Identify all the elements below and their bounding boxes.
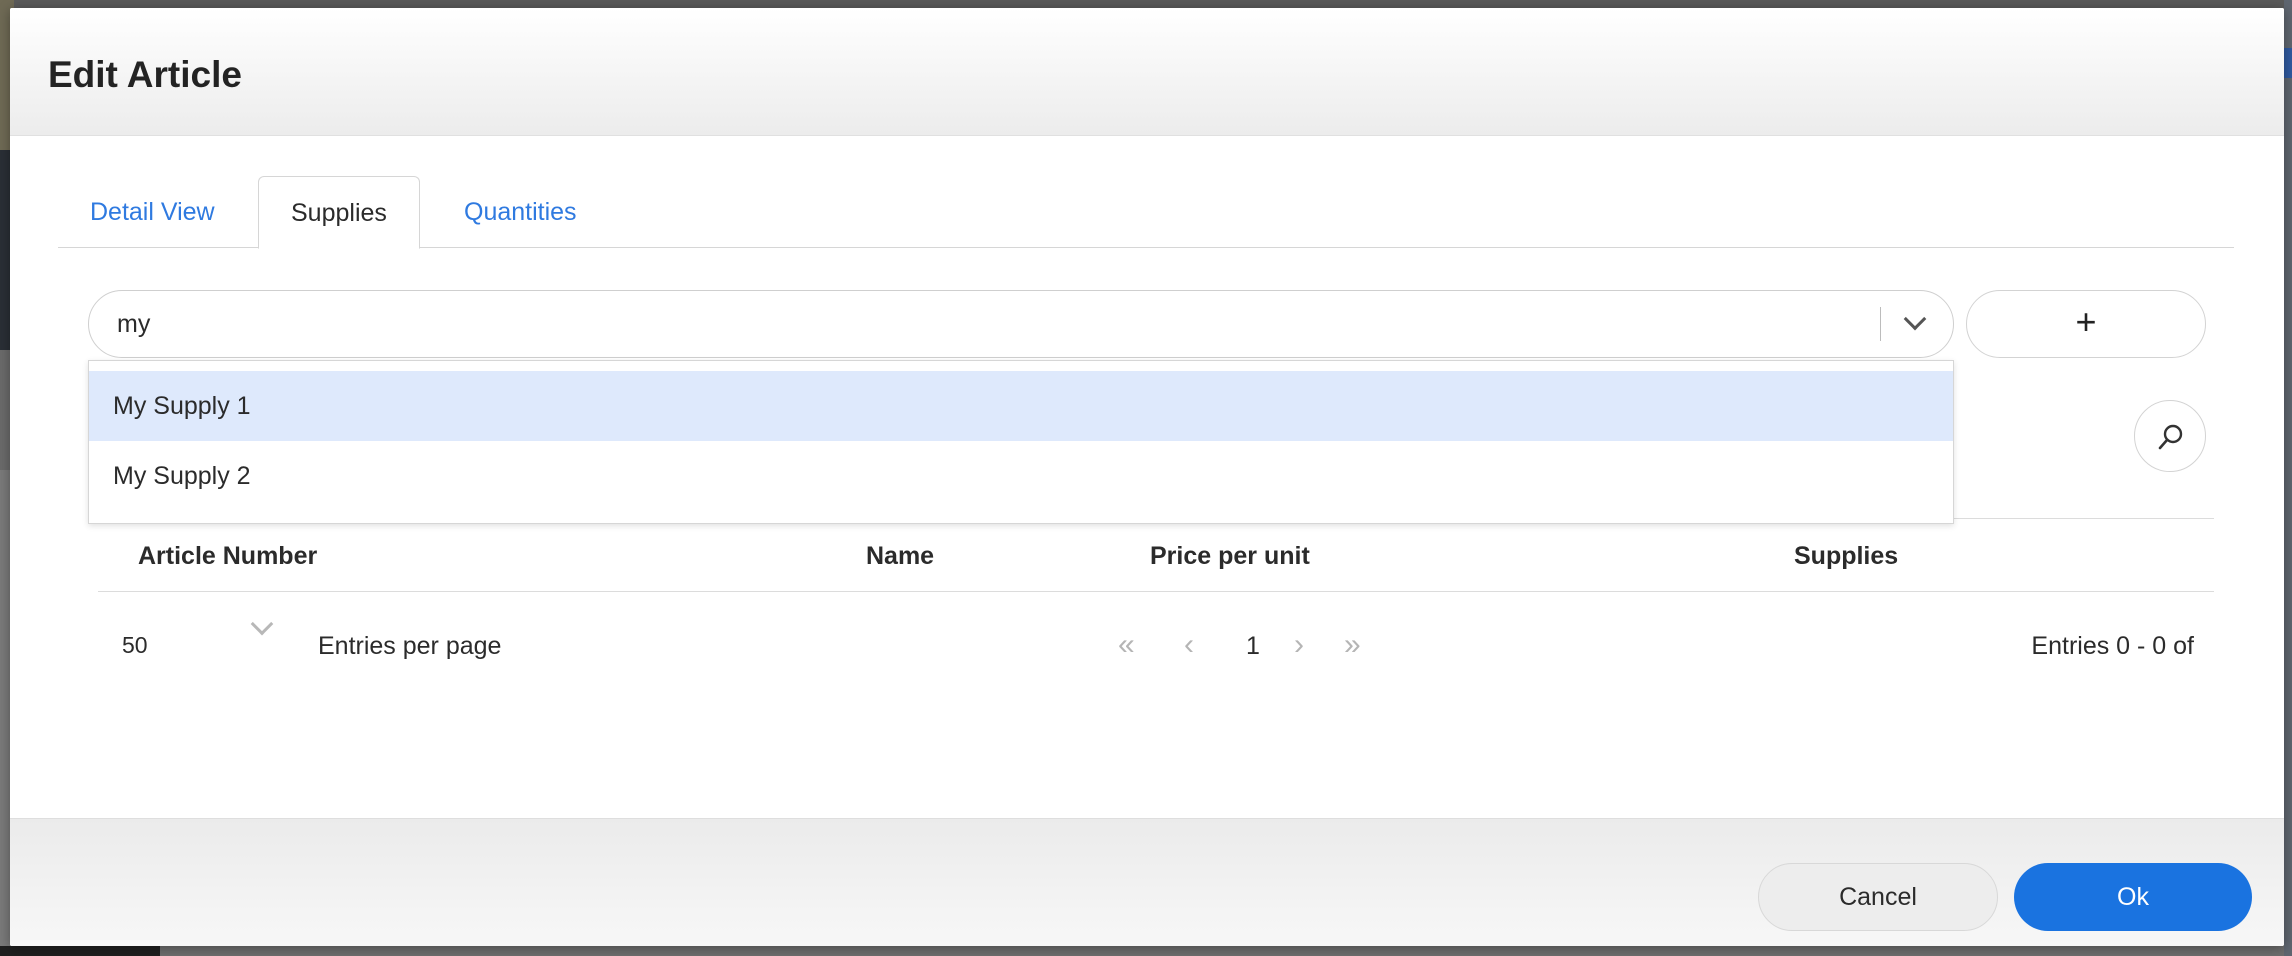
- pagination-bar: 50 Entries per page « ‹ 1 › » Entries 0 …: [98, 608, 2214, 684]
- dropdown-option[interactable]: My Supply 2: [89, 441, 1953, 511]
- table-header: Article Number Name Price per unit Suppl…: [98, 518, 2214, 592]
- supply-search-input[interactable]: [117, 291, 1817, 357]
- dialog-title: Edit Article: [48, 54, 242, 95]
- ok-button[interactable]: Ok: [2014, 863, 2252, 931]
- add-supply-button[interactable]: +: [1966, 290, 2206, 358]
- edit-article-dialog: Edit Article Detail View Supplies Quanti…: [10, 8, 2284, 946]
- tab-detail-view[interactable]: Detail View: [58, 176, 247, 249]
- search-icon: [2158, 424, 2183, 450]
- combo-toggle-button[interactable]: [1893, 301, 1939, 347]
- entries-range-label: Entries 0 - 0 of: [2031, 632, 2194, 660]
- supply-combobox: [88, 290, 1954, 358]
- entries-per-page-label: Entries per page: [318, 632, 502, 660]
- dropdown-option[interactable]: My Supply 1: [89, 371, 1953, 441]
- last-page-icon[interactable]: »: [1344, 630, 1361, 660]
- column-header-price-per-unit[interactable]: Price per unit: [1150, 519, 1310, 593]
- tab-bar: Detail View Supplies Quantities: [58, 176, 2234, 249]
- backdrop-right-mark: [2284, 48, 2292, 78]
- next-page-icon[interactable]: ›: [1294, 630, 1304, 660]
- first-page-icon[interactable]: «: [1118, 630, 1135, 660]
- plus-icon: +: [2075, 301, 2097, 342]
- backdrop-bottom-dark: [0, 946, 160, 956]
- column-header-supplies[interactable]: Supplies: [1794, 519, 1898, 593]
- backdrop-bottom: [0, 946, 2292, 956]
- page-size-chevron-icon[interactable]: [250, 612, 274, 636]
- column-header-name[interactable]: Name: [866, 519, 934, 593]
- backdrop-right: [2284, 0, 2292, 956]
- combo-separator: [1880, 307, 1881, 341]
- dialog-footer: Cancel Ok: [10, 818, 2284, 946]
- search-button[interactable]: [2134, 400, 2206, 472]
- current-page-number[interactable]: 1: [1246, 632, 1260, 661]
- column-header-article-number[interactable]: Article Number: [138, 519, 317, 593]
- dialog-header: Edit Article: [10, 8, 2284, 136]
- cancel-button[interactable]: Cancel: [1758, 863, 1998, 931]
- supply-dropdown-list: My Supply 1 My Supply 2: [88, 360, 1954, 524]
- previous-page-icon[interactable]: ‹: [1184, 630, 1194, 660]
- tab-supplies[interactable]: Supplies: [258, 176, 420, 249]
- tab-quantities[interactable]: Quantities: [432, 176, 609, 249]
- chevron-down-icon: [1903, 307, 1927, 331]
- page-size-value[interactable]: 50: [122, 632, 148, 659]
